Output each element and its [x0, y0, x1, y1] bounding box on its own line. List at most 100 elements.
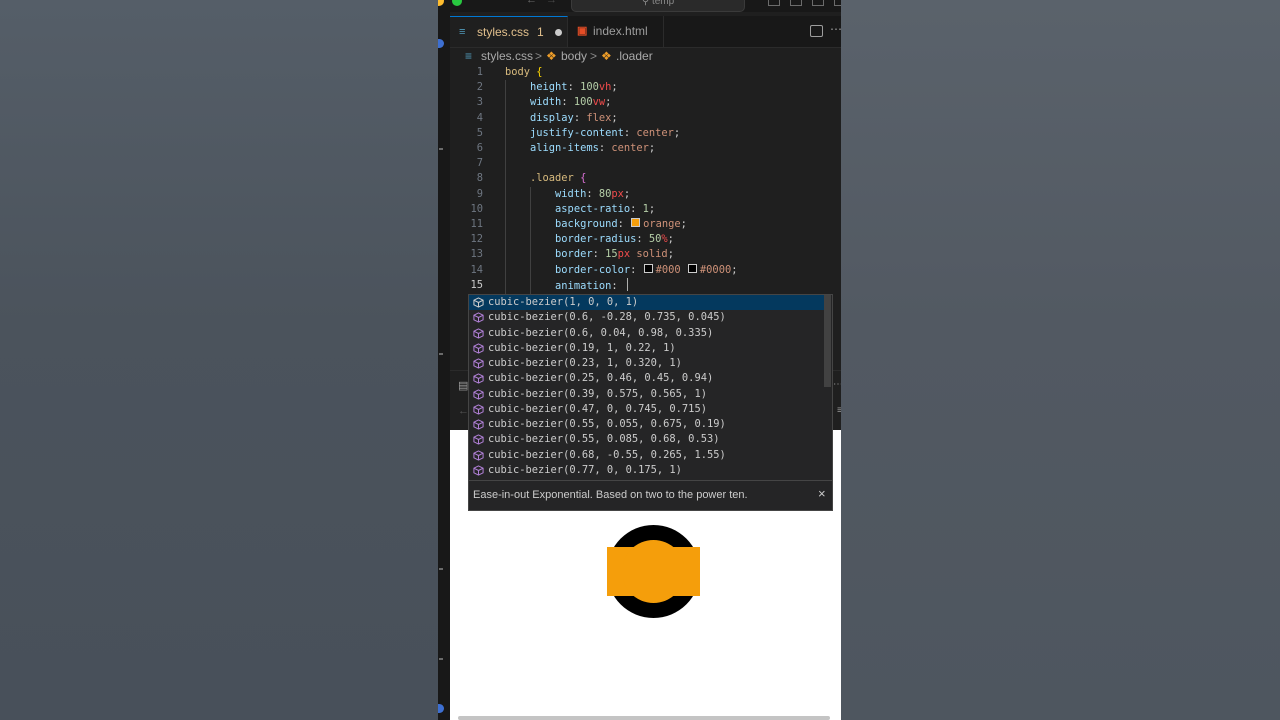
suggestion-item[interactable]: cubic-bezier(0.55, 0.085, 0.68, 0.53) — [469, 432, 824, 447]
code-token: vh — [598, 81, 612, 94]
suggestion-item[interactable]: cubic-bezier(0.6, -0.28, 0.735, 0.045) — [469, 310, 824, 325]
suggestion-item[interactable]: cubic-bezier(0.47, 0, 0.745, 0.715) — [469, 402, 824, 417]
code-line[interactable]: 15 animation: — [450, 277, 841, 293]
activity-bar — [438, 8, 450, 720]
color-swatch-icon[interactable] — [643, 263, 653, 273]
code-line[interactable]: 5 justify-content: center; — [450, 126, 841, 141]
tab-label: styles.css — [477, 25, 530, 39]
more-actions-icon[interactable]: ⋯ — [830, 22, 841, 36]
code-token: width — [505, 187, 587, 200]
suggestion-item[interactable]: cubic-bezier(0.25, 0.46, 0.45, 0.94) — [469, 371, 824, 386]
activity-item-marker — [439, 658, 443, 660]
forward-arrow-icon[interactable]: → — [546, 0, 557, 6]
suggestion-item[interactable]: cubic-bezier(0.77, 0, 0.175, 1) — [469, 463, 824, 478]
suggestion-item[interactable]: cubic-bezier(0.19, 1, 0.22, 1) — [469, 341, 824, 356]
loader-left-segment — [607, 547, 623, 596]
suggestion-item[interactable]: cubic-bezier(0.6, 0.04, 0.98, 0.335) — [469, 326, 824, 341]
code-token: ; — [667, 248, 674, 261]
code-token: body — [505, 66, 537, 78]
suggestion-item[interactable]: cubic-bezier(0.23, 1, 0.320, 1) — [469, 356, 824, 371]
value-cube-icon — [473, 312, 484, 323]
accounts-badge-icon[interactable] — [438, 39, 444, 48]
panel-icon[interactable]: ▤ — [458, 379, 468, 392]
breadcrumb-separator: > — [590, 49, 598, 63]
code-line[interactable]: 11 background: orange; — [450, 217, 841, 232]
text-cursor — [626, 277, 628, 291]
code-token: { — [536, 66, 543, 78]
code-token: center — [636, 126, 674, 139]
code-token: animation — [505, 279, 612, 292]
code-line[interactable]: 14 border-color: #000 #0000; — [450, 263, 841, 278]
close-icon[interactable]: × — [818, 486, 826, 502]
suggestion-item[interactable]: cubic-bezier(0.55, 0.055, 0.675, 0.19) — [469, 417, 824, 432]
toggle-sidebar-icon[interactable] — [768, 0, 780, 6]
code-token: border-color — [505, 263, 631, 276]
code-token: ; — [648, 202, 656, 215]
zoom-window-button[interactable] — [452, 0, 462, 6]
breadcrumb-symbol-loader[interactable]: .loader — [616, 48, 653, 65]
code-token: height — [505, 81, 568, 94]
toggle-secondary-sidebar-icon[interactable] — [812, 0, 824, 6]
value-cube-icon — [473, 434, 484, 445]
code-line[interactable]: 2 height: 100vh; — [450, 80, 841, 95]
settings-badge-icon[interactable] — [438, 704, 444, 713]
suggestion-item[interactable]: cubic-bezier(1, 0, 0, 1) — [469, 295, 824, 311]
suggestion-item[interactable]: cubic-bezier(0.68, -0.55, 0.265, 1.55) — [469, 448, 824, 463]
code-token: : — [611, 279, 624, 292]
code-token: .loader — [505, 172, 581, 185]
code-line[interactable]: 8 .loader { — [450, 171, 841, 186]
activity-item-marker — [439, 568, 443, 570]
color-swatch-icon[interactable] — [631, 218, 641, 227]
code-token: justify-content — [505, 126, 624, 139]
tab-label: index.html — [593, 24, 648, 38]
breadcrumb-file[interactable]: styles.css — [481, 48, 533, 65]
code-line[interactable]: 12 border-radius: 50%; — [450, 232, 841, 247]
panel-more-icon[interactable]: ⋯ — [833, 379, 841, 390]
line-number: 14 — [470, 263, 483, 276]
code-token: ; — [605, 96, 612, 109]
color-swatch-icon[interactable] — [687, 263, 697, 273]
code-token: : — [586, 187, 599, 200]
customize-layout-icon[interactable] — [834, 0, 841, 6]
code-token: display — [505, 111, 574, 124]
code-line[interactable]: 10 aspect-ratio: 1; — [450, 202, 841, 217]
suggestion-label: cubic-bezier(0.6, -0.28, 0.735, 0.045) — [488, 311, 726, 324]
code-line[interactable]: 1 body { — [450, 65, 841, 80]
value-cube-icon — [473, 358, 484, 369]
workspace-name: temp — [651, 0, 675, 7]
suggestion-label: cubic-bezier(0.6, 0.04, 0.98, 0.335) — [488, 326, 714, 339]
code-line[interactable]: 4 display: flex; — [450, 111, 841, 126]
code-token: align-items — [505, 142, 599, 154]
line-number: 1 — [476, 66, 483, 78]
suggestion-label: cubic-bezier(0.19, 1, 0.22, 1) — [488, 341, 676, 354]
breadcrumb: ≡ styles.css > ❖ body > ❖ .loader — [450, 48, 841, 65]
back-arrow-icon[interactable]: ← — [526, 0, 537, 6]
breadcrumb-symbol-body[interactable]: body — [561, 48, 587, 65]
panel-menu-icon[interactable]: ≡ — [837, 405, 841, 416]
preview-scrollbar[interactable] — [458, 716, 830, 720]
code-line[interactable]: 9 width: 80px; — [450, 187, 841, 202]
split-editor-icon[interactable] — [810, 25, 823, 37]
suggestion-scrollbar[interactable] — [824, 295, 831, 387]
line-number: 13 — [470, 248, 483, 261]
value-cube-icon — [473, 327, 484, 339]
toggle-panel-icon[interactable] — [790, 0, 802, 6]
code-line[interactable]: 6 align-items: center; — [450, 141, 841, 156]
tab-styles-css[interactable]: ≡ styles.css 1 — [450, 16, 568, 47]
suggestion-label: cubic-bezier(0.23, 1, 0.320, 1) — [488, 357, 682, 369]
suggestion-widget[interactable]: cubic-bezier(0.77, 0, 0.175, 1) cubic-bez… — [468, 294, 833, 511]
command-center-search[interactable]: ⚲ temp — [571, 0, 745, 12]
code-line[interactable]: 3 width: 100vw; — [450, 95, 841, 110]
unsaved-dot-icon[interactable] — [555, 29, 562, 36]
suggestion-item[interactable]: cubic-bezier(0.39, 0.575, 0.565, 1) — [469, 387, 824, 402]
loader-orange-fill — [622, 540, 685, 603]
value-cube-icon — [473, 449, 484, 461]
tab-index-html[interactable]: ▣ index.html — [568, 16, 664, 47]
code-text: justify-content: center; — [505, 126, 680, 141]
line-number: 11 — [470, 218, 483, 230]
code-text: body { — [505, 65, 543, 80]
code-line[interactable]: 7 — [450, 156, 841, 171]
code-line[interactable]: 13 border: 15px solid; — [450, 247, 841, 262]
suggestion-label: cubic-bezier(0.77, 0, 0.175, 1) — [488, 463, 682, 476]
minimize-window-button[interactable] — [438, 0, 444, 6]
